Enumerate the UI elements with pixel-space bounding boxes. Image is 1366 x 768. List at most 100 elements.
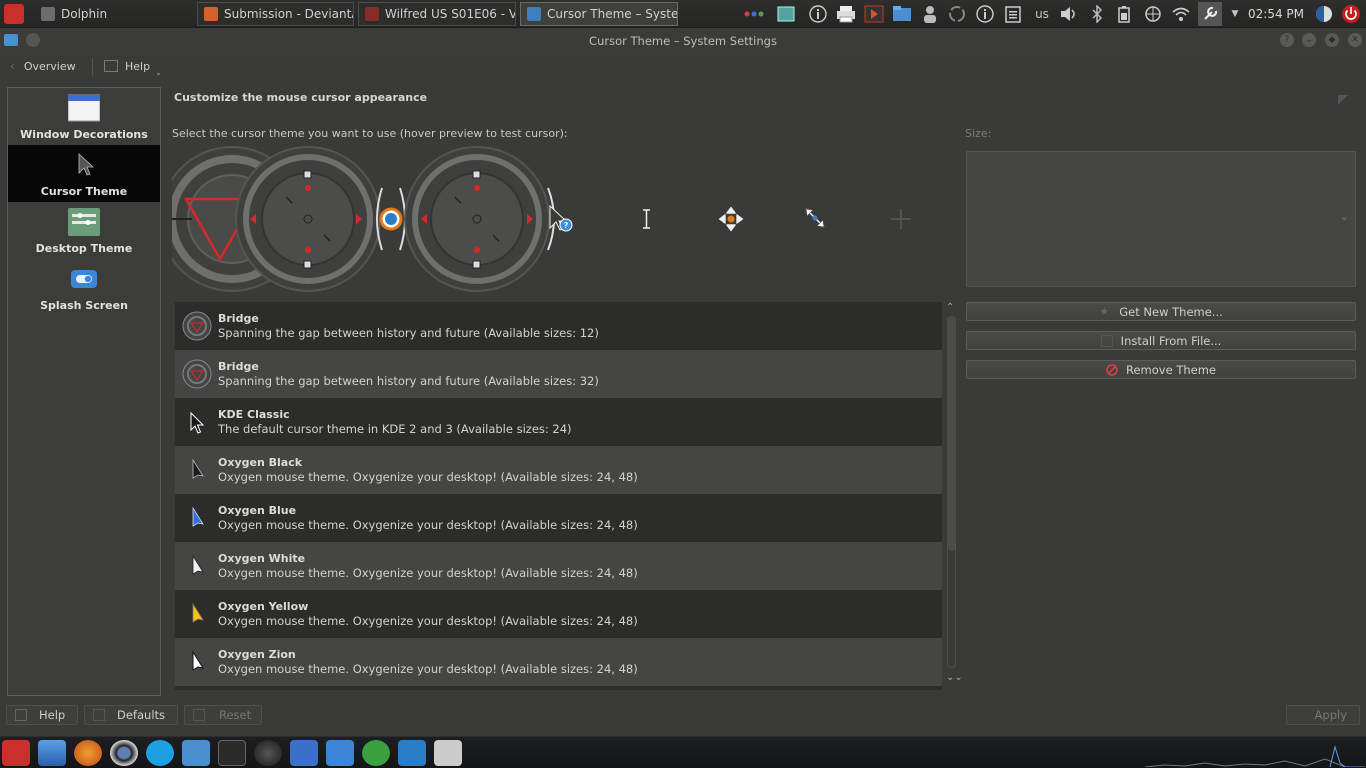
color-dots-icon[interactable] [743,5,765,23]
scroll-up-arrow-icon[interactable]: ⌃ [946,302,954,313]
firefox-launcher-icon[interactable] [74,740,102,766]
bridge-cursor-icon [182,311,212,341]
tray-expand-icon[interactable]: ▼ [1228,5,1242,23]
theme-row-oxygen-blue[interactable]: Oxygen Blue Oxygen mouse theme. Oxygeniz… [175,494,942,542]
size-combobox[interactable]: ⌄ [966,151,1356,287]
power-icon[interactable] [1340,5,1362,23]
theme-row-kde-classic[interactable]: KDE Classic The default cursor theme in … [175,398,942,446]
bluetooth-icon[interactable] [1088,5,1106,23]
battery-icon[interactable] [1114,5,1134,23]
network-folder-icon[interactable] [891,5,913,23]
user-icon[interactable] [920,5,940,23]
theme-description: Spanning the gap between history and fut… [218,326,599,340]
sidebar-item-window-decorations[interactable]: Window Decorations [8,88,160,145]
scrollbar-thumb[interactable] [948,317,955,551]
calculator-icon[interactable] [434,740,462,766]
inkscape-icon[interactable] [254,740,282,766]
move-cursor-preview [717,205,745,233]
theme-row-bridge-12[interactable]: Bridge Spanning the gap between history … [175,302,942,350]
app-launcher-icon[interactable] [4,4,24,24]
oxygen-white-cursor-icon [192,554,204,575]
terminal-icon[interactable] [218,740,246,766]
updater-icon[interactable] [362,740,390,766]
theme-row-oxygen-black[interactable]: Oxygen Black Oxygen mouse theme. Oxygeni… [175,446,942,494]
settings-wrench-icon[interactable] [1198,2,1222,26]
apply-button[interactable]: Apply [1286,705,1360,725]
bridge-preview-crosshair-1 [235,146,381,292]
install-from-file-label: Install From File... [1120,333,1222,348]
clipboard-icon[interactable] [1003,5,1023,23]
network-icon[interactable] [1142,5,1164,23]
back-arrow-icon: ‹ [10,59,15,73]
theme-row-partial [175,686,942,690]
scroll-down-arrow-icon[interactable]: ⌄⌄ [946,672,963,683]
size-label: Size: [965,127,992,140]
help-button[interactable]: Help [6,705,78,725]
get-new-theme-button[interactable]: ★ Get New Theme... [966,302,1356,321]
clock[interactable]: 02:54 PM [1248,0,1304,28]
info-icon-2[interactable] [975,5,995,23]
install-from-file-button[interactable]: Install From File... [966,331,1356,350]
help-menu-button[interactable]: Help ⌄ [104,56,162,77]
overview-button[interactable]: ‹ Overview [10,56,76,76]
network-globe-icon[interactable] [38,740,66,766]
system-load-graph [1145,745,1365,767]
sidebar-item-cursor-theme[interactable]: Cursor Theme [8,145,160,202]
screen-icon[interactable] [776,5,796,23]
scrollbar-track[interactable] [947,316,956,668]
skype-icon[interactable] [146,740,174,766]
task-label: Wilfred US S01E06 - VLC [385,7,515,21]
theme-row-oxygen-white[interactable]: Oxygen White Oxygen mouse theme. Oxygeni… [175,542,942,590]
keyboard-layout[interactable]: us [1032,5,1052,23]
task-dolphin[interactable]: Dolphin [34,2,194,26]
task-system-settings[interactable]: Cursor Theme – System Settings [520,2,678,26]
defaults-button[interactable]: Defaults [84,705,178,725]
theme-name: Oxygen White [218,552,306,565]
volume-icon[interactable] [1058,5,1080,23]
sync-icon[interactable] [947,5,967,23]
close-button[interactable]: ✕ [1348,33,1362,47]
sidebar-item-label: Desktop Theme [35,242,133,255]
chevron-down-icon: ⌄ [155,67,162,77]
bridge-preview-crosshair-2 [404,146,550,292]
theme-list-scrollbar[interactable]: ⌃ ⌄⌄ [944,302,963,692]
cursor-preview-graphics: ? [159,146,911,292]
wifi-icon[interactable] [1170,5,1192,23]
system-settings-launcher-icon[interactable] [326,740,354,766]
home-folder-icon[interactable] [182,740,210,766]
text-editor-icon[interactable] [290,740,318,766]
maximize-button[interactable]: ◆ [1325,33,1339,47]
vlc-icon [365,7,379,21]
reset-button[interactable]: Reset [184,705,262,725]
theme-row-bridge-32[interactable]: Bridge Spanning the gap between history … [175,350,942,398]
cursor-preview[interactable]: ? [159,146,932,296]
printer-icon[interactable] [835,5,857,23]
media-player-icon[interactable] [863,5,885,23]
sidebar-item-splash-screen[interactable]: Splash Screen [8,259,160,316]
kde-classic-cursor-icon [190,411,205,434]
window-decorations-icon [68,94,100,122]
theme-select-label: Select the cursor theme you want to use … [172,127,568,140]
info-icon[interactable] [808,5,828,23]
context-help-button[interactable]: ? [1280,33,1294,47]
theme-description: The default cursor theme in KDE 2 and 3 … [218,422,572,436]
get-new-theme-label: Get New Theme... [1119,304,1223,319]
theme-row-oxygen-zion[interactable]: Oxygen Zion Oxygen mouse theme. Oxygeniz… [175,638,942,686]
kde-menu-icon[interactable] [2,740,30,766]
sidebar-item-desktop-theme[interactable]: Desktop Theme [8,202,160,259]
toolbar: ‹ Overview Help ⌄ [0,54,1366,78]
theme-description: Oxygen mouse theme. Oxygenize your deskt… [218,662,638,676]
bridge-cursor-icon [182,359,212,389]
minimize-button[interactable]: ⌄ [1302,33,1316,47]
night-mode-icon[interactable] [1314,5,1334,23]
theme-list[interactable]: Bridge Spanning the gap between history … [175,302,942,690]
task-vlc[interactable]: Wilfred US S01E06 - VLC [358,2,516,26]
theme-row-oxygen-yellow[interactable]: Oxygen Yellow Oxygen mouse theme. Oxygen… [175,590,942,638]
theme-description: Spanning the gap between history and fut… [218,374,599,388]
sidebar-item-label: Splash Screen [40,299,128,312]
remove-theme-button[interactable]: Remove Theme [966,360,1356,379]
software-center-icon[interactable] [398,740,426,766]
webcam-icon[interactable] [110,740,138,766]
task-deviantart[interactable]: Submission - DeviantArt [197,2,354,26]
sidebar: Window Decorations Cursor Theme Desktop … [7,87,161,696]
